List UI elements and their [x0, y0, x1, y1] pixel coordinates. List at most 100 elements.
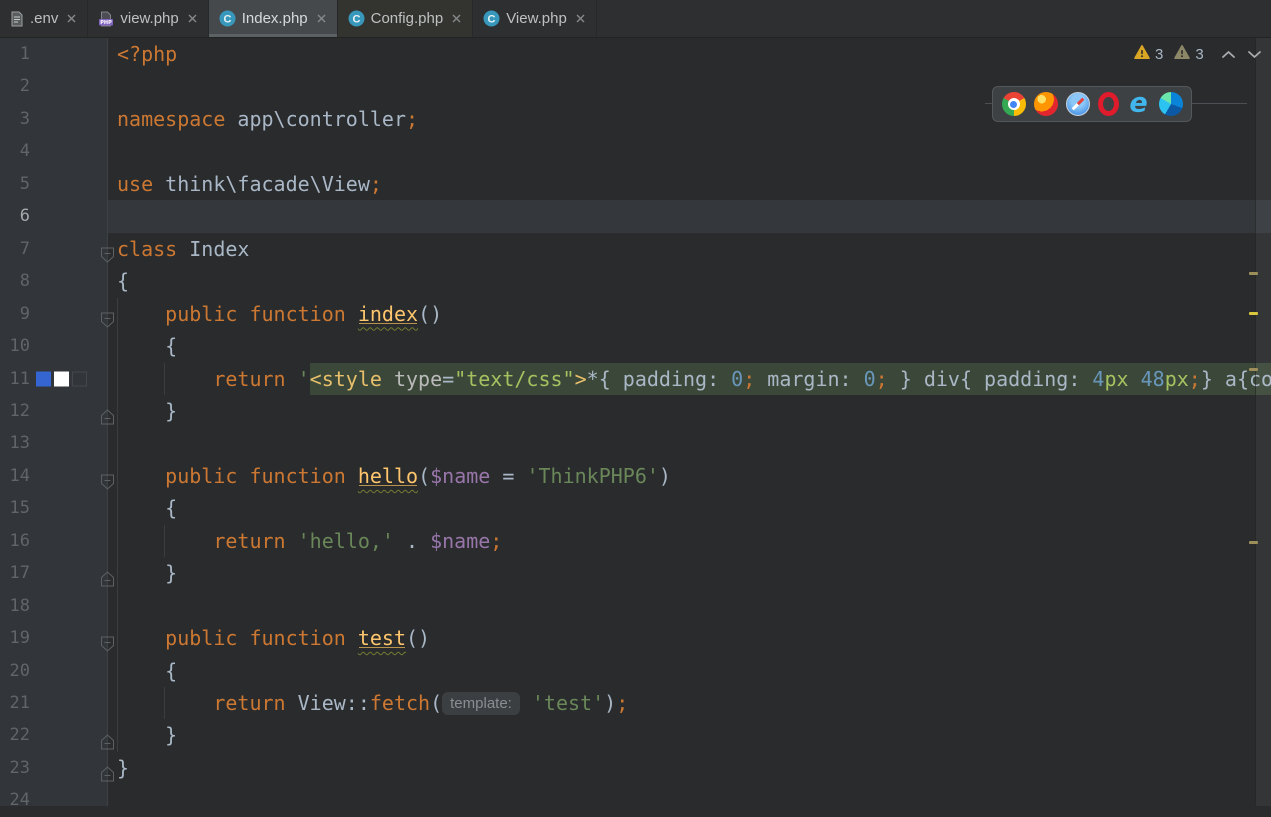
code-editor[interactable]: 1<?php23namespace app\controller;45use t…	[0, 38, 1271, 806]
close-icon[interactable]	[187, 13, 198, 24]
code-line: 9 public function index()	[0, 298, 1271, 330]
color-swatch[interactable]	[54, 371, 69, 386]
code-token: ()	[406, 626, 430, 650]
warning-count[interactable]: 3	[1155, 46, 1163, 63]
opera-icon[interactable]	[1098, 92, 1119, 116]
svg-text:PHP: PHP	[101, 20, 113, 26]
code-text: return View::fetch(template: 'test');	[117, 687, 628, 719]
code-token: }	[117, 723, 177, 747]
internet-explorer-icon[interactable]	[1127, 92, 1151, 116]
code-token: {	[117, 269, 129, 293]
fold-expanded-icon[interactable]	[100, 305, 115, 322]
weak-warning-icon[interactable]	[1174, 44, 1190, 64]
code-token: =	[490, 464, 526, 488]
code-token: think\facade\View	[153, 172, 370, 196]
php-class-icon: C	[219, 10, 236, 27]
line-number[interactable]: 3	[0, 103, 30, 135]
tab-view.php[interactable]: PHPview.php	[88, 0, 208, 37]
code-line: 5 use think\facade\View;	[0, 168, 1271, 200]
line-number[interactable]: 10	[0, 330, 30, 362]
line-number[interactable]: 15	[0, 492, 30, 524]
line-number[interactable]: 17	[0, 557, 30, 589]
line-number[interactable]: 11	[0, 363, 30, 395]
code-line: 23}	[0, 752, 1271, 784]
close-icon[interactable]	[66, 13, 77, 24]
line-number[interactable]: 7	[0, 233, 30, 265]
code-token: use	[117, 172, 153, 196]
tab-label: .env	[30, 10, 58, 27]
fold-expanded-icon[interactable]	[100, 240, 115, 257]
line-number[interactable]: 21	[0, 687, 30, 719]
line-number[interactable]: 24	[0, 784, 30, 816]
error-stripe-mark[interactable]	[1249, 541, 1258, 544]
code-line: 16 return 'hello,' . $name;	[0, 525, 1271, 557]
line-number[interactable]: 14	[0, 460, 30, 492]
fold-expanded-icon[interactable]	[100, 630, 115, 647]
line-number[interactable]: 12	[0, 395, 30, 427]
svg-text:C: C	[488, 14, 496, 26]
tab-View.php[interactable]: CView.php	[473, 0, 597, 37]
tab-.env[interactable]: .env	[0, 0, 88, 37]
code-line: 1 <?php	[0, 38, 1271, 70]
warning-icon[interactable]	[1134, 44, 1150, 64]
tab-Config.php[interactable]: CConfig.php	[338, 0, 474, 37]
close-icon[interactable]	[575, 13, 586, 24]
code-text: return 'hello,' . $name;	[117, 525, 502, 557]
line-number[interactable]: 23	[0, 752, 30, 784]
next-highlight-button[interactable]	[1247, 50, 1262, 59]
code-token: 4	[1092, 367, 1104, 391]
error-stripe-mark[interactable]	[1249, 272, 1258, 275]
code-token: .	[394, 529, 430, 553]
edge-icon[interactable]	[1159, 92, 1183, 116]
code-token: ;	[370, 172, 382, 196]
line-number[interactable]: 22	[0, 719, 30, 751]
code-line: 15 {	[0, 492, 1271, 524]
safari-icon[interactable]	[1066, 92, 1090, 116]
line-number[interactable]: 4	[0, 135, 30, 167]
code-token: }	[117, 561, 177, 585]
line-number[interactable]: 9	[0, 298, 30, 330]
code-line: 18	[0, 590, 1271, 622]
error-stripe-mark[interactable]	[1249, 312, 1258, 315]
line-number[interactable]: 5	[0, 168, 30, 200]
fold-end-icon[interactable]	[100, 727, 115, 744]
vertical-scrollbar[interactable]	[1255, 38, 1271, 806]
code-token: 'ThinkPHP6'	[526, 464, 658, 488]
code-token	[346, 464, 358, 488]
line-number[interactable]: 1	[0, 38, 30, 70]
error-stripe-mark[interactable]	[1249, 368, 1258, 371]
text-file-icon	[10, 11, 24, 27]
close-icon[interactable]	[316, 13, 327, 24]
line-number[interactable]: 16	[0, 525, 30, 557]
code-token	[117, 691, 213, 715]
fold-end-icon[interactable]	[100, 565, 115, 582]
tab-label: Config.php	[371, 10, 444, 27]
previous-highlight-button[interactable]	[1221, 50, 1236, 59]
code-token: class	[117, 237, 177, 261]
color-swatch[interactable]	[36, 371, 51, 386]
close-icon[interactable]	[451, 13, 462, 24]
code-token: 0	[731, 367, 743, 391]
chrome-icon[interactable]	[1002, 92, 1026, 116]
line-number[interactable]: 8	[0, 265, 30, 297]
line-number[interactable]: 13	[0, 427, 30, 459]
code-token: app\controller	[225, 107, 406, 131]
firefox-icon[interactable]	[1034, 92, 1058, 116]
gutter-color-swatches	[36, 371, 87, 386]
code-lines: 1<?php23namespace app\controller;45use t…	[0, 38, 1271, 806]
code-token: )	[659, 464, 671, 488]
color-swatch[interactable]	[72, 371, 87, 386]
line-number[interactable]: 2	[0, 70, 30, 102]
line-number[interactable]: 6	[0, 200, 30, 232]
line-number[interactable]: 18	[0, 590, 30, 622]
code-token: <style	[310, 367, 382, 391]
code-text: }	[117, 395, 177, 427]
code-text: <?php	[117, 38, 177, 70]
weak-warning-count[interactable]: 3	[1195, 46, 1203, 63]
tab-Index.php[interactable]: CIndex.php	[209, 0, 338, 37]
line-number[interactable]: 20	[0, 655, 30, 687]
fold-end-icon[interactable]	[100, 403, 115, 420]
fold-expanded-icon[interactable]	[100, 468, 115, 485]
line-number[interactable]: 19	[0, 622, 30, 654]
fold-end-icon[interactable]	[100, 760, 115, 777]
